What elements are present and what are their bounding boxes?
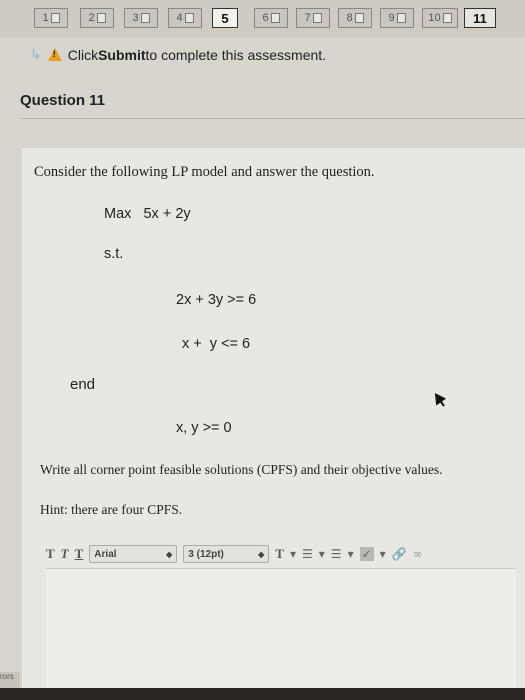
question-button-7[interactable]: 7 <box>296 8 330 28</box>
question-button-5[interactable]: 5 <box>212 8 238 28</box>
file-icon <box>312 13 322 23</box>
link-icon[interactable]: 🔗 <box>392 547 407 561</box>
end-label: end <box>70 376 96 393</box>
notice-pre: Click <box>67 46 99 63</box>
question-nav: 1 2 3 4 5 6 7 8 9 10 11 <box>0 0 525 38</box>
divider <box>20 118 525 119</box>
file-icon <box>442 13 452 23</box>
question-prompt: Write all corner point feasible solution… <box>40 462 443 477</box>
warning-icon <box>47 48 62 61</box>
answer-editor[interactable] <box>46 568 516 691</box>
file-icon <box>140 13 150 23</box>
constraint-1: 2x + 3y >= 6 <box>176 292 257 308</box>
question-button-8[interactable]: 8 <box>338 8 372 28</box>
notice-post: to complete this assessment. <box>145 46 327 63</box>
font-size-value: 3 (12pt) <box>188 548 224 560</box>
nonnegativity: x, y >= 0 <box>176 420 232 436</box>
question-button-4[interactable]: 4 <box>168 8 202 28</box>
caret-icon: ▾ <box>379 547 386 561</box>
caret-icon: ▾ <box>318 547 325 561</box>
file-icon <box>184 13 194 23</box>
question-intro: Consider the following LP model and answ… <box>34 164 375 180</box>
arrow-icon: ↳ <box>30 46 42 62</box>
notice-submit-link: Submit <box>98 46 146 63</box>
spellcheck-icon[interactable]: ✓ <box>359 547 374 561</box>
question-button-2[interactable]: 2 <box>80 8 114 28</box>
caret-icon: ◆ <box>258 549 265 559</box>
file-icon <box>396 13 406 23</box>
font-family-select[interactable]: Arial ◆ <box>89 545 178 563</box>
caret-icon: ▾ <box>289 547 296 561</box>
objective-function: Max 5x + 2y <box>104 206 191 222</box>
question-title: Question 11 <box>20 92 106 109</box>
hint-text: Hint: there are four CPFS. <box>40 502 183 517</box>
file-icon <box>50 13 60 23</box>
file-icon <box>354 13 364 23</box>
question-button-9[interactable]: 9 <box>380 8 414 28</box>
caret-icon: ▾ <box>347 547 354 561</box>
unlink-icon[interactable]: ∞ <box>413 547 423 561</box>
font-size-select[interactable]: 3 (12pt) ◆ <box>183 545 270 563</box>
italic-button[interactable]: T <box>61 546 69 562</box>
submit-notice: ↳ Click Submit to complete this assessme… <box>30 46 326 63</box>
side-fragment: rors <box>0 672 20 688</box>
underline-button[interactable]: T <box>75 546 84 562</box>
editor-toolbar: T T T Arial ◆ 3 (12pt) ◆ T ▾ ☰ ▾ ☰ ▾ ✓ ▾… <box>46 540 516 568</box>
question-button-6[interactable]: 6 <box>254 8 288 28</box>
bold-button[interactable]: T <box>46 546 55 562</box>
subject-to-label: s.t. <box>104 246 124 262</box>
list-bullets-icon[interactable]: ☰ <box>302 547 313 561</box>
font-family-value: Arial <box>94 548 117 560</box>
file-icon <box>96 13 106 23</box>
question-button-11[interactable]: 11 <box>464 8 496 28</box>
file-icon <box>270 13 280 23</box>
question-button-10[interactable]: 10 <box>422 8 458 28</box>
text-color-button[interactable]: T <box>275 546 284 562</box>
question-button-1[interactable]: 1 <box>34 8 68 28</box>
constraint-2: x + y <= 6 <box>182 336 251 352</box>
question-button-3[interactable]: 3 <box>124 8 158 28</box>
bottom-edge <box>0 688 525 700</box>
caret-icon: ◆ <box>166 549 173 559</box>
list-numbers-icon[interactable]: ☰ <box>331 547 342 561</box>
